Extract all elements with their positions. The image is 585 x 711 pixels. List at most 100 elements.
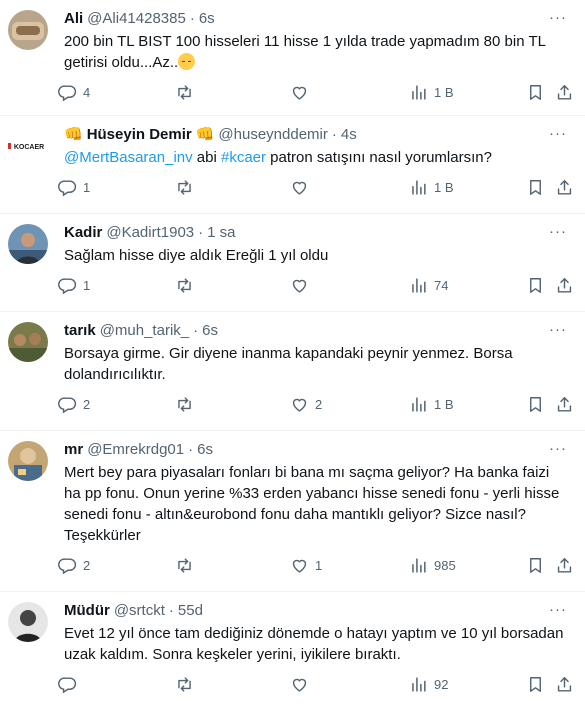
display-name[interactable]: Hüseyin Demir xyxy=(87,126,192,144)
retweet-button[interactable] xyxy=(175,83,200,102)
display-name[interactable]: Ali xyxy=(64,10,83,28)
retweet-button[interactable] xyxy=(175,178,200,197)
reply-button[interactable]: 2 xyxy=(58,556,90,575)
tweet-header: Müdür @srtckt · 55d xyxy=(64,602,569,620)
timestamp[interactable]: 1 sa xyxy=(207,224,235,242)
bookmark-button[interactable] xyxy=(526,556,545,575)
display-name[interactable]: Müdür xyxy=(64,602,110,620)
bar-chart-icon xyxy=(412,180,426,195)
views-button[interactable]: 985 xyxy=(409,556,456,575)
more-options-icon[interactable]: ··· xyxy=(549,223,567,240)
retweet-icon xyxy=(178,85,191,100)
tweet-header: mr @Emrekrdg01 · 6s xyxy=(64,441,569,459)
share-icon xyxy=(557,85,572,100)
share-button[interactable] xyxy=(555,395,574,414)
mention-link[interactable]: @MertBasaran_inv xyxy=(64,149,193,166)
heart-icon xyxy=(292,86,307,100)
retweet-button[interactable] xyxy=(175,675,200,694)
reply-icon xyxy=(58,180,77,197)
avatar[interactable] xyxy=(8,322,48,362)
user-handle[interactable]: @muh_tarik_ xyxy=(100,322,189,340)
bookmark-icon xyxy=(530,558,541,573)
reply-button[interactable]: 2 xyxy=(58,395,90,414)
like-button[interactable] xyxy=(290,178,315,197)
avatar[interactable] xyxy=(8,10,48,50)
bookmark-button[interactable] xyxy=(526,276,545,295)
like-button[interactable] xyxy=(290,83,315,102)
reply-icon xyxy=(58,85,77,102)
display-name[interactable]: mr xyxy=(64,441,83,459)
bookmark-button[interactable] xyxy=(526,178,545,197)
bar-chart-icon xyxy=(412,278,426,293)
heart-icon xyxy=(292,398,307,412)
reply-button[interactable] xyxy=(58,675,83,694)
share-button[interactable] xyxy=(555,83,574,102)
bookmark-button[interactable] xyxy=(526,395,545,414)
timestamp[interactable]: 6s xyxy=(197,441,213,459)
tweet-card[interactable]: tarık @muh_tarik_ · 6s ··· Borsaya girme… xyxy=(0,312,585,431)
share-button[interactable] xyxy=(555,178,574,197)
timestamp[interactable]: 55d xyxy=(178,602,203,620)
reply-button[interactable]: 1 xyxy=(58,178,90,197)
like-button[interactable]: 2 xyxy=(290,395,322,414)
bar-chart-icon xyxy=(412,85,426,100)
reply-icon xyxy=(58,558,77,575)
share-icon xyxy=(557,677,572,692)
share-button[interactable] xyxy=(555,556,574,575)
user-handle[interactable]: @Emrekrdg01 xyxy=(87,441,184,459)
hashtag-link[interactable]: #kcaer xyxy=(221,149,266,166)
tweet-header: Ali @Ali41428385 · 6s xyxy=(64,10,569,28)
share-button[interactable] xyxy=(555,276,574,295)
reply-button[interactable]: 1 xyxy=(58,276,90,295)
avatar[interactable] xyxy=(8,224,48,264)
like-button[interactable] xyxy=(290,276,315,295)
bookmark-button[interactable] xyxy=(526,675,545,694)
share-button[interactable] xyxy=(555,675,574,694)
retweet-button[interactable] xyxy=(175,276,200,295)
bookmark-button[interactable] xyxy=(526,83,545,102)
retweet-button[interactable] xyxy=(175,556,200,575)
views-button[interactable]: 1 B xyxy=(409,178,454,197)
user-handle[interactable]: @srtckt xyxy=(114,602,165,620)
views-button[interactable]: 1 B xyxy=(409,83,454,102)
timestamp[interactable]: 6s xyxy=(199,10,215,28)
retweet-icon xyxy=(178,180,191,195)
reply-button[interactable]: 4 xyxy=(58,83,90,102)
user-handle[interactable]: @Ali41428385 xyxy=(87,10,186,28)
retweet-button[interactable] xyxy=(175,395,200,414)
timestamp[interactable]: 4s xyxy=(341,126,357,144)
user-handle[interactable]: @Kadirt1903 xyxy=(106,224,194,242)
display-name[interactable]: tarık xyxy=(64,322,96,340)
timestamp[interactable]: 6s xyxy=(202,322,218,340)
view-count: 1 B xyxy=(434,397,454,412)
avatar[interactable] xyxy=(8,441,48,481)
like-button[interactable] xyxy=(290,675,315,694)
display-name[interactable]: Kadir xyxy=(64,224,102,242)
more-options-icon[interactable]: ··· xyxy=(549,601,567,618)
tweet-card[interactable]: KOCAER 👊 Hüseyin Demir 👊 @huseynddemir ·… xyxy=(0,116,585,214)
avatar[interactable]: KOCAER xyxy=(8,126,48,166)
avatar[interactable] xyxy=(8,602,48,642)
views-button[interactable]: 74 xyxy=(409,276,448,295)
tweet-card[interactable]: Ali @Ali41428385 · 6s ··· 200 bin TL BIS… xyxy=(0,0,585,116)
tweet-card[interactable]: Müdür @srtckt · 55d ··· Evet 12 yıl önce… xyxy=(0,592,585,711)
bar-chart-icon xyxy=(412,397,426,412)
more-options-icon[interactable]: ··· xyxy=(549,125,567,142)
tweet-text: Evet 12 yıl önce tam dediğiniz dönemde o… xyxy=(64,625,564,663)
share-icon xyxy=(557,397,572,412)
more-options-icon[interactable]: ··· xyxy=(549,440,567,457)
more-options-icon[interactable]: ··· xyxy=(549,321,567,338)
tweet-card[interactable]: mr @Emrekrdg01 · 6s ··· Mert bey para pi… xyxy=(0,431,585,592)
tweet-text: 200 bin TL BIST 100 hisseleri 11 hisse 1… xyxy=(64,31,569,73)
like-button[interactable]: 1 xyxy=(290,556,322,575)
share-icon xyxy=(557,558,572,573)
user-handle[interactable]: @huseynddemir xyxy=(218,126,327,144)
more-options-icon[interactable]: ··· xyxy=(549,9,567,26)
tweet-card[interactable]: Kadir @Kadirt1903 · 1 sa ··· Sağlam hiss… xyxy=(0,214,585,312)
tweet-text: Borsaya girme. Gir diyene inanma kapanda… xyxy=(64,345,513,383)
share-icon xyxy=(557,278,572,293)
views-button[interactable]: 1 B xyxy=(409,395,454,414)
reply-icon xyxy=(58,278,77,295)
views-button[interactable]: 92 xyxy=(409,675,448,694)
tweet-header: 👊 Hüseyin Demir 👊 @huseynddemir · 4s xyxy=(64,126,569,144)
